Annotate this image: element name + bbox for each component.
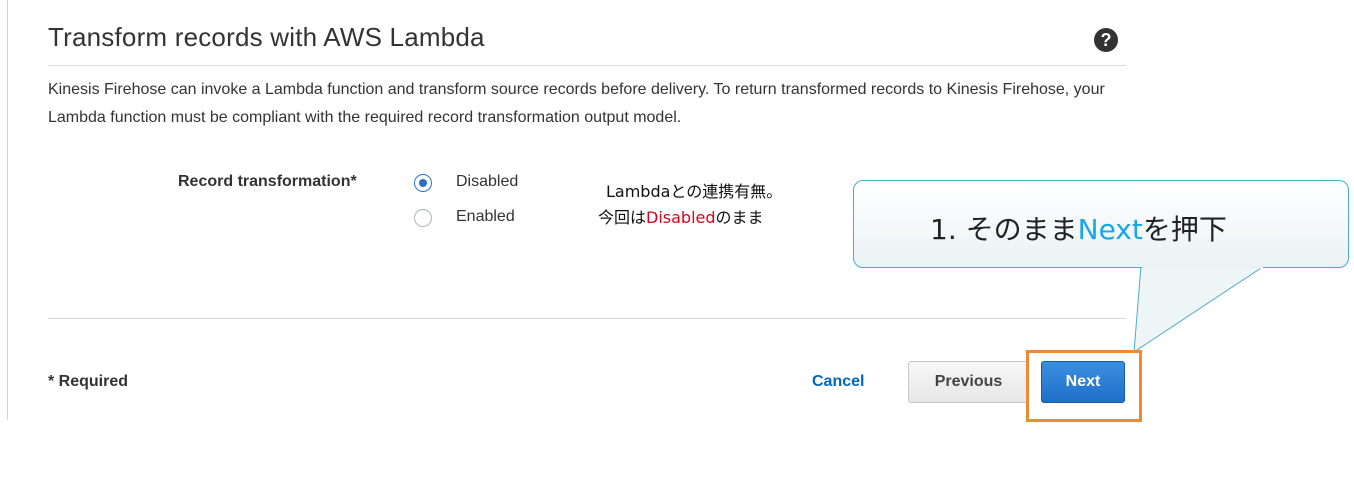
footer-divider <box>48 318 1126 319</box>
callout-next-highlight: Next <box>1077 213 1143 246</box>
next-highlight-box <box>1026 350 1142 422</box>
previous-button[interactable]: Previous <box>908 361 1029 403</box>
cancel-link[interactable]: Cancel <box>812 373 864 391</box>
callout-text: 1. そのままNextを押下 <box>930 213 1227 246</box>
required-note: * Required <box>48 373 129 390</box>
